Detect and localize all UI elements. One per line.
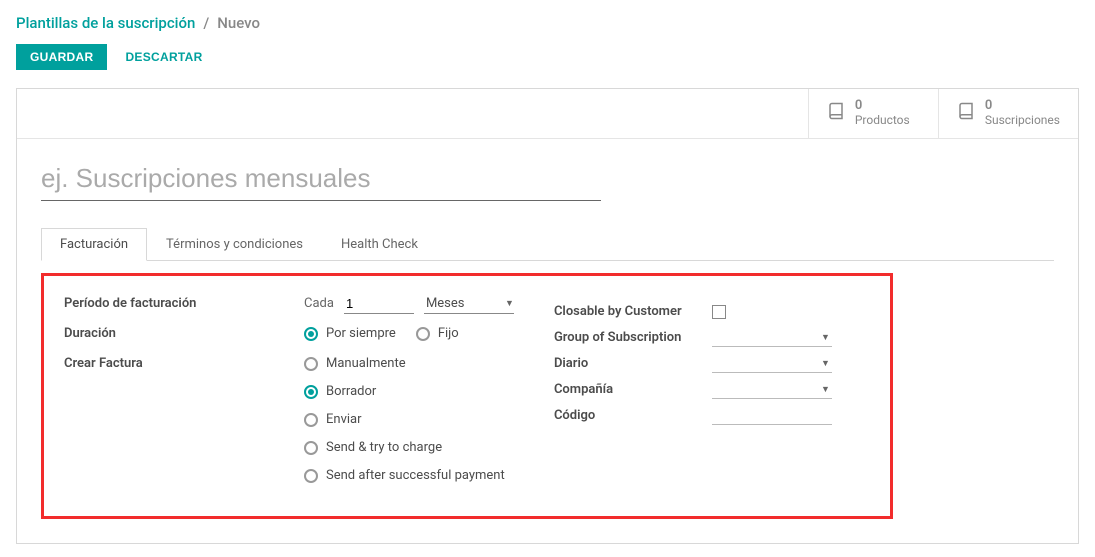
radio-invoice-send-try[interactable]: Send & try to charge <box>304 438 514 458</box>
caret-down-icon: ▼ <box>505 298 514 309</box>
discard-button[interactable]: DESCARTAR <box>115 44 212 70</box>
radio-circle-icon <box>304 357 318 371</box>
label-create-invoice: Crear Factura <box>64 354 304 374</box>
period-unit-value: Meses <box>424 294 505 313</box>
stat-products-value: 0 <box>855 99 910 114</box>
radio-circle-icon <box>304 441 318 455</box>
label-closable: Closable by Customer <box>554 304 702 319</box>
book-icon <box>957 102 975 125</box>
book-icon <box>827 102 845 125</box>
company-select[interactable]: ▼ <box>712 381 832 399</box>
closable-checkbox[interactable] <box>712 305 726 319</box>
radio-label-forever: Por siempre <box>326 326 396 341</box>
label-group: Group of Subscription <box>554 330 702 345</box>
radio-circle-icon <box>304 385 318 399</box>
stat-buttons: 0 Productos 0 Suscripciones <box>17 89 1078 139</box>
radio-duration-forever[interactable]: Por siempre <box>304 324 396 344</box>
period-unit-select[interactable]: Meses ▼ <box>424 294 514 314</box>
stat-products-label: Productos <box>855 114 910 128</box>
stat-subscriptions[interactable]: 0 Suscripciones <box>938 89 1078 138</box>
breadcrumb-root[interactable]: Plantillas de la suscripción <box>16 14 195 32</box>
stat-subscriptions-label: Suscripciones <box>985 114 1060 128</box>
radio-invoice-manual[interactable]: Manualmente <box>304 354 514 374</box>
tab-terms[interactable]: Términos y condiciones <box>147 228 322 261</box>
radio-invoice-send[interactable]: Enviar <box>304 410 514 430</box>
radio-label-send-after: Send after successful payment <box>326 468 505 483</box>
journal-select[interactable]: ▼ <box>712 355 832 373</box>
label-duration: Duración <box>64 324 304 344</box>
form-sheet: 0 Productos 0 Suscripciones Facturación … <box>16 88 1079 544</box>
radio-label-fixed: Fijo <box>438 326 459 341</box>
stat-products[interactable]: 0 Productos <box>808 89 938 138</box>
save-button[interactable]: GUARDAR <box>16 44 107 70</box>
radio-circle-icon <box>304 413 318 427</box>
stat-subscriptions-value: 0 <box>985 99 1060 114</box>
tab-invoicing[interactable]: Facturación <box>41 228 147 261</box>
template-name-input[interactable] <box>41 159 601 201</box>
action-bar: GUARDAR DESCARTAR <box>16 44 1079 70</box>
tab-bar: Facturación Términos y condiciones Healt… <box>41 227 1054 261</box>
breadcrumb: Plantillas de la suscripción / Nuevo <box>16 14 1079 32</box>
radio-label-manual: Manualmente <box>326 356 406 371</box>
radio-label-send-try: Send & try to charge <box>326 440 442 455</box>
caret-down-icon: ▼ <box>821 332 830 343</box>
caret-down-icon: ▼ <box>821 384 830 395</box>
radio-circle-icon <box>304 327 318 341</box>
label-code: Código <box>554 408 702 423</box>
tab-health-check[interactable]: Health Check <box>322 228 437 261</box>
caret-down-icon: ▼ <box>821 358 830 369</box>
radio-label-draft: Borrador <box>326 384 376 399</box>
breadcrumb-current: Nuevo <box>217 14 260 32</box>
group-select[interactable]: ▼ <box>712 329 832 347</box>
label-journal: Diario <box>554 356 702 371</box>
label-each: Cada <box>304 296 334 311</box>
code-input[interactable] <box>712 407 832 425</box>
radio-label-send: Enviar <box>326 412 362 427</box>
breadcrumb-separator: / <box>203 14 209 32</box>
radio-invoice-draft[interactable]: Borrador <box>304 382 514 402</box>
radio-circle-icon <box>416 327 430 341</box>
label-invoice-period: Período de facturación <box>64 294 304 314</box>
radio-duration-fixed[interactable]: Fijo <box>416 324 459 344</box>
radio-circle-icon <box>304 469 318 483</box>
period-number-input[interactable] <box>344 294 414 314</box>
label-company: Compañía <box>554 382 702 397</box>
tab-content-invoicing: Período de facturación Duración Crear Fa… <box>41 273 893 519</box>
radio-invoice-send-after[interactable]: Send after successful payment <box>304 466 514 486</box>
